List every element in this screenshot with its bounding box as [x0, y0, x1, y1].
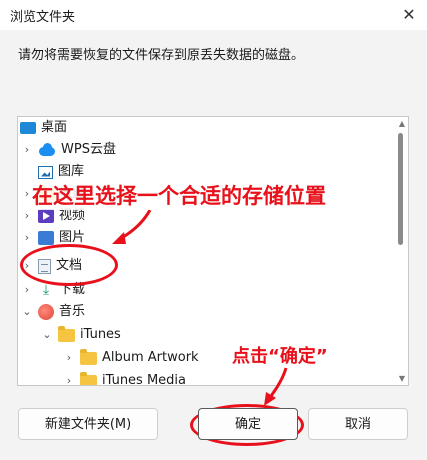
- chevron-right-icon[interactable]: ›: [20, 227, 34, 249]
- image-icon: [38, 231, 54, 245]
- close-icon[interactable]: ✕: [391, 0, 427, 30]
- tree-item-album-artwork[interactable]: › Album Artwork: [62, 347, 199, 369]
- browse-folder-dialog: 浏览文件夹 ✕ 请勿将需要恢复的文件保存到原丢失数据的磁盘。 桌面 › WPS云…: [0, 0, 427, 460]
- tree-item-desktop[interactable]: 桌面: [20, 117, 67, 139]
- music-icon: [38, 304, 54, 320]
- video-icon: [38, 209, 54, 223]
- chevron-down-icon[interactable]: ⌄: [20, 301, 34, 323]
- tree-item-wps-cloud[interactable]: › WPS云盘: [20, 139, 116, 161]
- cloud-icon: [38, 143, 56, 157]
- vertical-scrollbar[interactable]: [398, 133, 403, 245]
- tree-item-label: iTunes: [80, 327, 121, 342]
- scroll-up-icon[interactable]: ▲: [399, 119, 405, 128]
- new-folder-button[interactable]: 新建文件夹(M): [18, 408, 158, 440]
- folder-icon: [58, 325, 75, 342]
- chevron-right-icon[interactable]: ›: [20, 279, 34, 301]
- highlight-ellipse-documents: [20, 244, 118, 286]
- pictures-icon: [38, 165, 53, 179]
- folder-icon: [80, 371, 97, 385]
- tree-item-label: 音乐: [59, 304, 86, 319]
- chevron-down-icon[interactable]: ⌄: [40, 324, 54, 346]
- tree-item-music[interactable]: ⌄ 音乐: [20, 301, 85, 323]
- ok-button[interactable]: 确定: [198, 408, 298, 440]
- tree-item-label: WPS云盘: [61, 142, 116, 157]
- tree-item-itunes-media[interactable]: › iTunes Media: [62, 370, 187, 386]
- chevron-right-icon[interactable]: ›: [20, 139, 34, 161]
- download-icon: ⤓: [42, 282, 50, 298]
- tree-item-label: Album Artwork: [102, 350, 199, 365]
- annotation-click-ok: 点击“确定”: [232, 346, 328, 367]
- instruction-text: 请勿将需要恢复的文件保存到原丢失数据的磁盘。: [18, 48, 305, 63]
- tree-item-label: iTunes Media: [102, 373, 187, 386]
- cancel-button[interactable]: 取消: [308, 408, 408, 440]
- window-title: 浏览文件夹: [10, 10, 76, 25]
- arrow-head-ok: [264, 392, 276, 406]
- chevron-right-icon[interactable]: ›: [62, 370, 76, 385]
- tree-item-label: 桌面: [41, 120, 68, 135]
- scroll-down-icon[interactable]: ▼: [399, 374, 405, 383]
- tree-item-itunes[interactable]: ⌄ iTunes: [40, 324, 121, 346]
- desktop-icon: [20, 122, 36, 134]
- annotation-choose-location: 在这里选择一个合适的存储位置: [30, 180, 328, 210]
- title-bar: 浏览文件夹 ✕: [0, 0, 427, 30]
- folder-icon: [80, 348, 97, 365]
- chevron-right-icon[interactable]: ›: [62, 347, 76, 369]
